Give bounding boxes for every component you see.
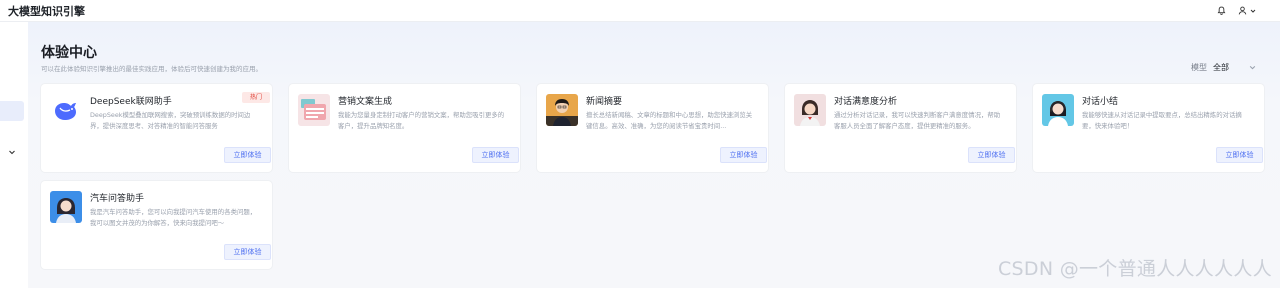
app-card-marketing-copy[interactable]: 营销文案生成 我能为您量身定制打动客户的营销文案，帮助您吸引更多的客户，提升品牌… xyxy=(289,84,520,172)
card-description: 我能为您量身定制打动客户的营销文案，帮助您吸引更多的客户，提升品牌知名度。 xyxy=(338,111,505,130)
card-title: 新闻摘要 xyxy=(586,97,623,107)
try-now-button[interactable]: 立即体验 xyxy=(224,147,271,163)
app-card-satisfaction-analysis[interactable]: 对话满意度分析 通过分析对话记录，我可以快速判断客户满意度情况，帮助客服人员全面… xyxy=(785,84,1016,172)
try-now-button[interactable]: 立即体验 xyxy=(1216,147,1263,163)
service-agent-avatar xyxy=(794,94,826,126)
model-filter-label: 模型 xyxy=(1191,63,1207,72)
card-description: 我能够快速从对话记录中提取要点，总结出精炼的对话摘要，快来体验吧！ xyxy=(1082,111,1242,130)
card-title: 营销文案生成 xyxy=(338,97,393,107)
card-description: 通过分析对话记录，我可以快速判断客户满意度情况，帮助客服人员全面了解客户态度，提… xyxy=(834,111,1001,130)
user-icon xyxy=(1238,6,1247,15)
page-subtitle: 可以在此体验知识引擎推出的最佳实践应用，体验后可快速创建为我的应用。 xyxy=(41,65,262,73)
app-card-news-summary[interactable]: 新闻摘要 擅长总结新闻稿、文章的标题和中心思想，助您快速浏览关键信息。高效、准确… xyxy=(537,84,768,172)
chevron-down-icon xyxy=(1250,8,1256,14)
try-now-button[interactable]: 立即体验 xyxy=(224,244,271,260)
app-title: 大模型知识引擎 xyxy=(8,4,85,18)
app-card-car-qa[interactable]: 汽车问答助手 我是汽车问答助手，您可以向我提问汽车使用的各类问题，我可以图文并茂… xyxy=(41,181,272,269)
app-card-deepseek[interactable]: DeepSeek联网助手 热门 DeepSeek模型叠加联网搜索，突破预训练数据… xyxy=(41,84,272,172)
page-title: 体验中心 xyxy=(41,45,97,61)
watermark: CSDN @一个普通人人人人人人 xyxy=(997,258,1272,280)
model-filter[interactable]: 模型 全部 xyxy=(1191,62,1256,73)
app-card-dialog-summary[interactable]: 对话小结 我能够快速从对话记录中提取要点，总结出精炼的对话摘要，快来体验吧！ 立… xyxy=(1033,84,1264,172)
card-description: 我是汽车问答助手，您可以向我提问汽车使用的各类问题，我可以图文并茂的为你解答，快… xyxy=(90,208,257,227)
main-content: 体验中心 可以在此体验知识引擎推出的最佳实践应用，体验后可快速创建为我的应用。 … xyxy=(28,22,1280,288)
deepseek-whale-icon xyxy=(50,94,82,126)
car-assistant-avatar xyxy=(50,191,82,223)
news-reader-avatar xyxy=(546,94,578,126)
card-title: DeepSeek联网助手 xyxy=(90,97,172,107)
chevron-down-icon xyxy=(1249,64,1256,71)
card-title: 对话小结 xyxy=(1082,97,1119,107)
card-title: 对话满意度分析 xyxy=(834,97,898,107)
try-now-button[interactable]: 立即体验 xyxy=(720,147,767,163)
headset-agent-avatar xyxy=(1042,94,1074,126)
try-now-button[interactable]: 立即体验 xyxy=(968,147,1015,163)
sidebar-chevron-down-icon[interactable] xyxy=(8,148,16,156)
card-description: DeepSeek模型叠加联网搜索，突破预训练数据的时间边界，提供深度思考、对答精… xyxy=(90,111,251,130)
typewriter-icon xyxy=(298,94,330,126)
card-title: 汽车问答助手 xyxy=(90,194,145,204)
try-now-button[interactable]: 立即体验 xyxy=(472,147,519,163)
header-actions xyxy=(1217,6,1256,15)
card-description: 擅长总结新闻稿、文章的标题和中心思想，助您快速浏览关键信息。高效、准确，为您的阅… xyxy=(586,111,753,130)
user-menu[interactable] xyxy=(1238,6,1256,15)
app-card-grid: DeepSeek联网助手 热门 DeepSeek模型叠加联网搜索，突破预训练数据… xyxy=(41,84,1267,269)
model-filter-value: 全部 xyxy=(1213,63,1229,72)
sidebar xyxy=(0,22,28,288)
sidebar-item-active[interactable] xyxy=(0,101,24,121)
bell-icon[interactable] xyxy=(1217,6,1226,15)
hot-badge: 热门 xyxy=(241,92,270,103)
top-bar: 大模型知识引擎 xyxy=(0,0,1280,22)
